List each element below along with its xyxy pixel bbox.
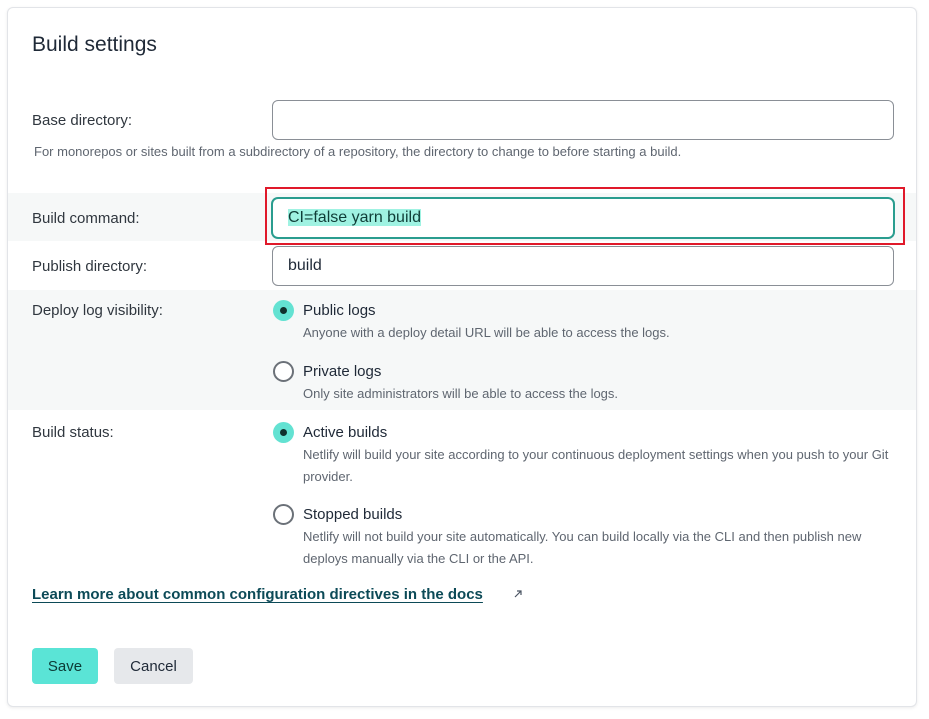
base-directory-input[interactable]	[272, 100, 894, 140]
private-logs-radio[interactable]	[273, 361, 294, 382]
stopped-builds-desc: Netlify will not build your site automat…	[303, 529, 862, 566]
deploy-log-label: Deploy log visibility:	[32, 302, 163, 319]
private-logs-desc: Only site administrators will be able to…	[303, 386, 619, 401]
public-logs-radio[interactable]	[273, 300, 294, 321]
publish-directory-value: build	[288, 257, 322, 274]
active-builds-desc: Netlify will build your site according t…	[303, 447, 889, 484]
publish-directory-input[interactable]: build	[272, 246, 894, 286]
build-status-label: Build status:	[32, 424, 114, 441]
base-directory-label: Base directory:	[32, 112, 133, 129]
publish-directory-label: Publish directory:	[32, 258, 148, 275]
build-settings-card: Build settings Base directory: For monor…	[7, 7, 917, 707]
save-button[interactable]: Save	[32, 648, 98, 684]
highlight-box	[265, 187, 905, 245]
public-logs-title: Public logs	[303, 302, 376, 319]
page-title: Build settings	[32, 33, 157, 56]
cancel-button[interactable]: Cancel	[114, 648, 193, 684]
public-logs-desc: Anyone with a deploy detail URL will be …	[303, 325, 670, 340]
private-logs-title: Private logs	[303, 363, 382, 380]
docs-link[interactable]: Learn more about common configuration di…	[32, 586, 483, 603]
stopped-builds-radio[interactable]	[273, 504, 294, 525]
active-builds-radio[interactable]	[273, 422, 294, 443]
base-directory-help: For monorepos or sites built from a subd…	[34, 144, 682, 159]
external-link-icon	[514, 590, 522, 598]
stopped-builds-title: Stopped builds	[303, 506, 403, 523]
build-command-label: Build command:	[32, 210, 140, 227]
active-builds-title: Active builds	[303, 424, 388, 441]
